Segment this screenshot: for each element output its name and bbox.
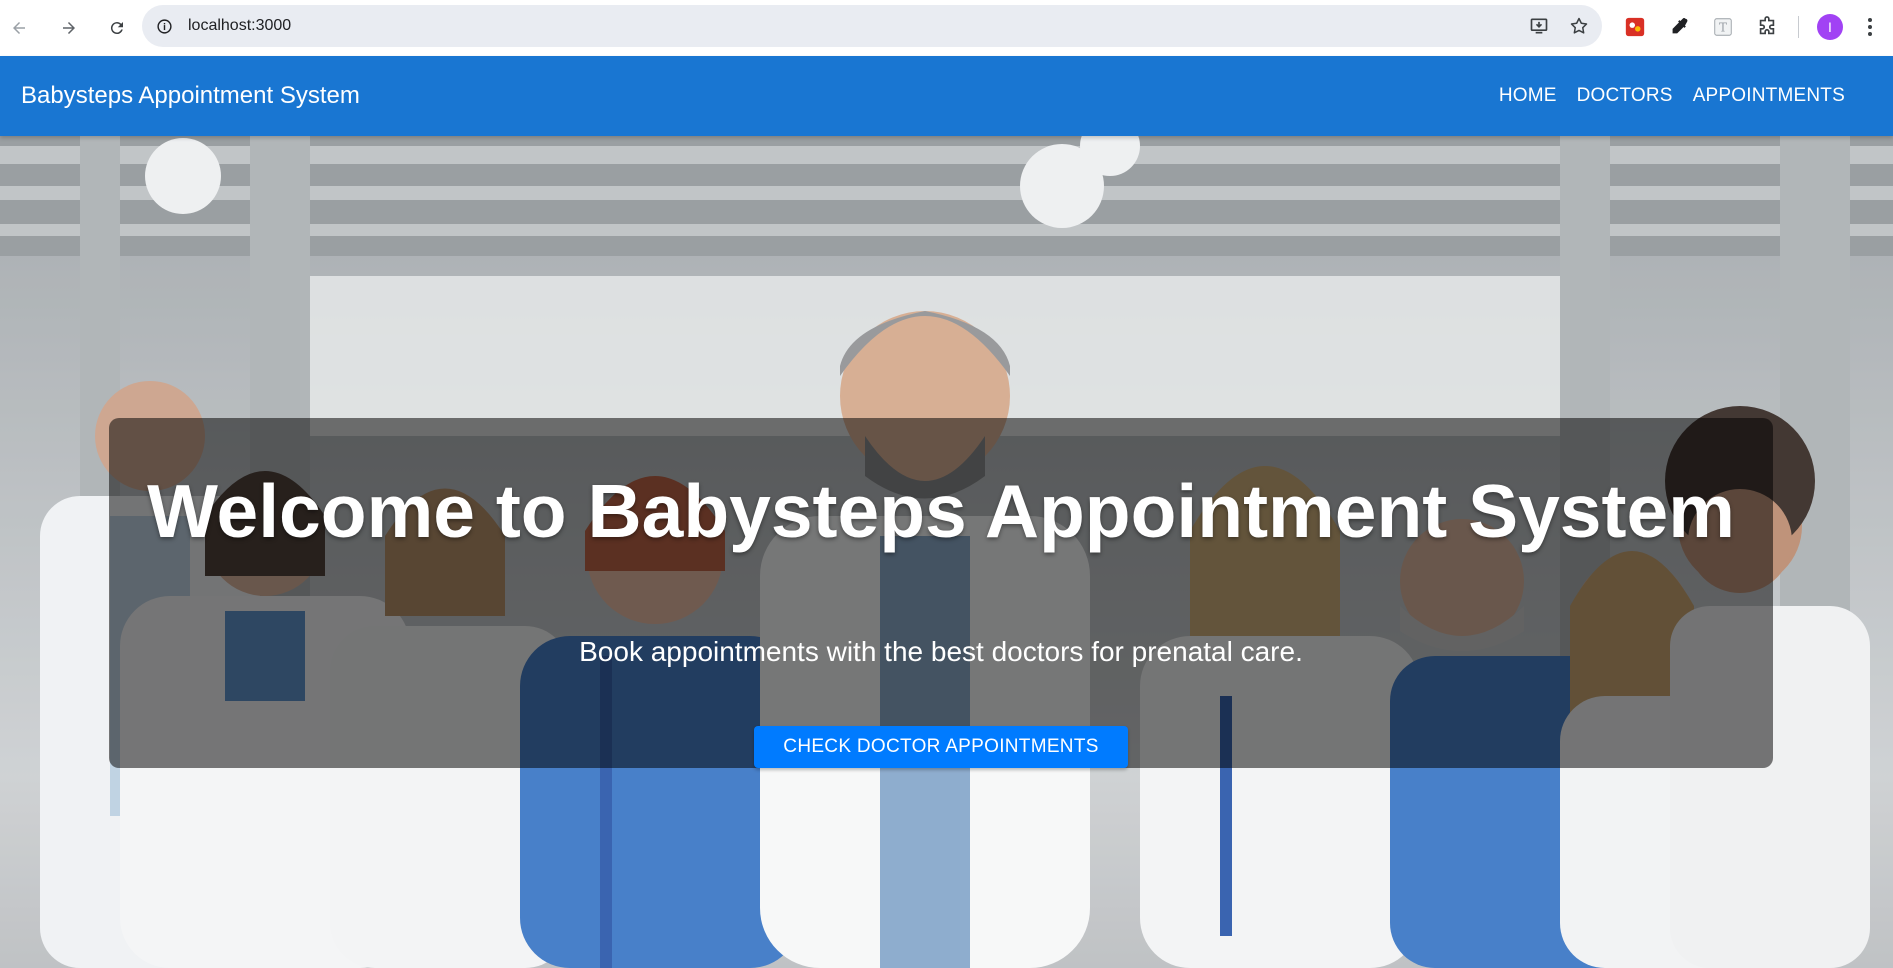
kebab-menu-icon[interactable] [1861, 14, 1879, 40]
nav-links: HOME DOCTORS APPOINTMENTS [1489, 77, 1855, 115]
profile-avatar[interactable]: I [1817, 14, 1843, 40]
install-app-icon[interactable] [1528, 15, 1550, 37]
hero-card: Welcome to Babysteps Appointment System … [109, 418, 1773, 768]
forward-arrow-icon[interactable] [56, 15, 82, 41]
hero-title: Welcome to Babysteps Appointment System [147, 469, 1735, 553]
hero-subtitle: Book appointments with the best doctors … [579, 636, 1303, 668]
eyedropper-icon[interactable] [1666, 14, 1692, 40]
check-doctor-appointments-button[interactable]: CHECK DOCTOR APPOINTMENTS [754, 726, 1128, 768]
extensions-area: T I [1622, 12, 1879, 42]
url-text[interactable]: localhost:3000 [188, 17, 291, 35]
nav-link-appointments[interactable]: APPOINTMENTS [1683, 77, 1855, 115]
nav-link-doctors[interactable]: DOCTORS [1567, 77, 1683, 115]
extension-red-icon[interactable] [1622, 14, 1648, 40]
info-icon[interactable] [150, 12, 178, 40]
browser-toolbar: localhost:3000 T I [0, 0, 1893, 55]
puzzle-icon[interactable] [1754, 14, 1780, 40]
text-extension-icon[interactable]: T [1710, 14, 1736, 40]
back-arrow-icon[interactable] [6, 15, 32, 41]
hero-section: Welcome to Babysteps Appointment System … [0, 136, 1893, 968]
brand-title[interactable]: Babysteps Appointment System [21, 82, 360, 110]
nav-link-home[interactable]: HOME [1489, 77, 1567, 115]
address-bar[interactable]: localhost:3000 [142, 5, 1602, 47]
app-navbar: Babysteps Appointment System HOME DOCTOR… [0, 56, 1893, 136]
svg-text:T: T [1719, 21, 1727, 35]
reload-icon[interactable] [104, 15, 130, 41]
star-icon[interactable] [1568, 15, 1590, 37]
toolbar-divider [1798, 16, 1799, 38]
